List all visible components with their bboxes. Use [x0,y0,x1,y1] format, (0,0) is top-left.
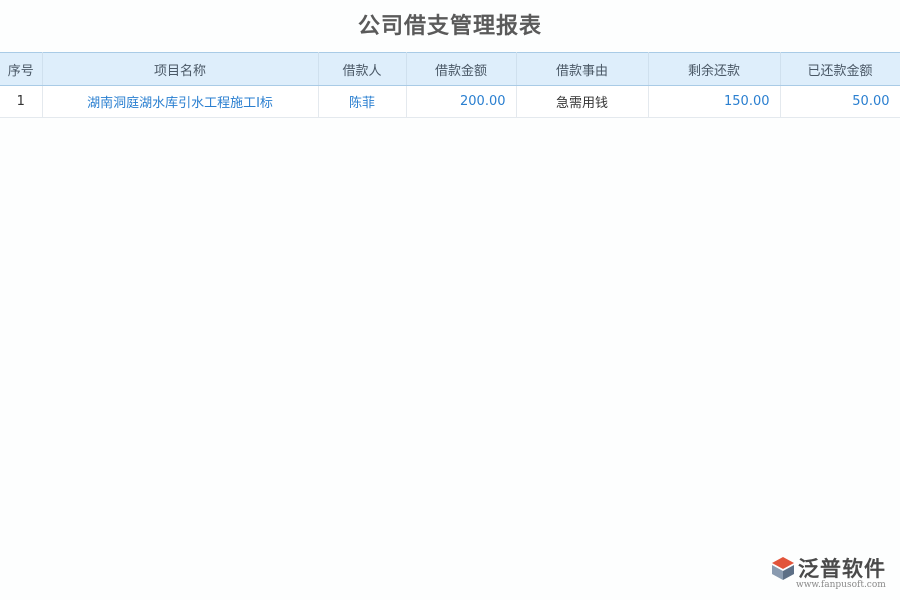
cell-project-link[interactable]: 湖南洞庭湖水库引水工程施工I标 [42,85,319,118]
cell-borrower-link[interactable]: 陈菲 [318,85,407,118]
column-header-project[interactable]: 项目名称 [42,52,319,86]
page-title: 公司借支管理报表 [357,14,542,39]
report-page: 公司借支管理报表 序号 项目名称 借款人 借款金额 借款事由 剩余还款 已还款金… [0,0,900,600]
column-header-remaining[interactable]: 剩余还款 [648,52,781,86]
table-row[interactable]: 1 湖南洞庭湖水库引水工程施工I标 陈菲 200.00 急需用钱 150.00 … [0,85,900,118]
column-header-repaid[interactable]: 已还款金额 [780,52,900,86]
cell-reason: 急需用钱 [516,85,649,118]
column-header-amount[interactable]: 借款金额 [406,52,517,86]
cell-amount: 200.00 [406,85,517,118]
cell-repaid: 50.00 [780,85,900,118]
fanpu-logo-icon [772,557,794,580]
cell-index: 1 [0,85,43,118]
column-header-reason[interactable]: 借款事由 [516,52,649,86]
table-header-row: 序号 项目名称 借款人 借款金额 借款事由 剩余还款 已还款金额 [0,52,900,86]
column-header-borrower[interactable]: 借款人 [318,52,407,86]
column-header-index[interactable]: 序号 [0,52,43,86]
brand-name: 泛普软件 [798,557,886,581]
brand-url: www.fanpusoft.com [796,580,886,590]
report-table: 序号 项目名称 借款人 借款金额 借款事由 剩余还款 已还款金额 1 湖南洞庭湖… [0,52,900,118]
cell-remaining: 150.00 [648,85,781,118]
brand-logo: 泛普软件 www.fanpusoft.com [770,553,894,593]
